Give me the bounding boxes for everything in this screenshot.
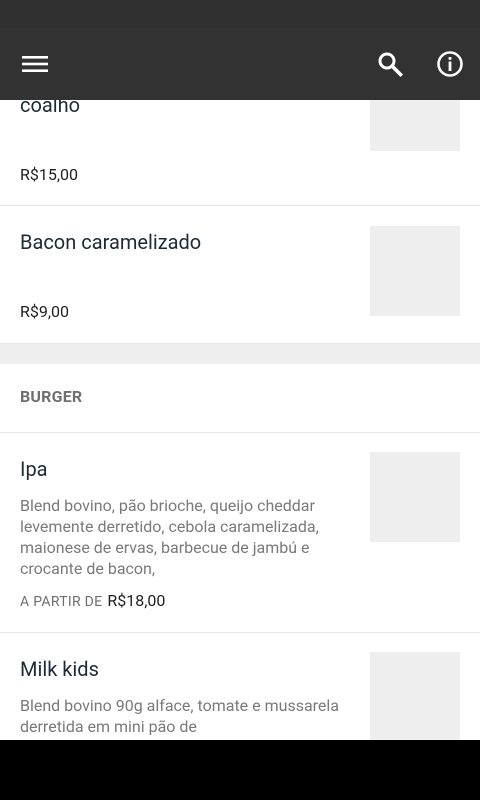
app-screen: coalho R$15,00 Bacon caramelizado R$9,00…	[0, 0, 480, 800]
list-item[interactable]: Ipa Blend bovino, pão brioche, queijo ch…	[0, 433, 480, 632]
list-item[interactable]: Milk kids Blend bovino 90g alface, tomat…	[0, 633, 480, 740]
item-name: coalho	[20, 100, 81, 117]
item-thumbnail	[370, 226, 460, 316]
menu-list: coalho R$15,00 Bacon caramelizado R$9,00…	[0, 100, 480, 740]
item-price-row: A PARTIR DE R$18,00	[20, 591, 165, 612]
info-button[interactable]	[426, 40, 474, 88]
item-description: Blend bovino 90g alface, tomate e mussar…	[20, 696, 340, 736]
item-description: Blend bovino, pão brioche, queijo chedda…	[20, 496, 319, 578]
list-item[interactable]: coalho R$15,00	[0, 100, 480, 206]
item-name: Ipa	[20, 457, 48, 481]
status-bar	[0, 0, 480, 28]
item-name: Bacon caramelizado	[20, 230, 202, 254]
search-icon	[378, 52, 403, 77]
list-item[interactable]: Bacon caramelizado R$9,00	[0, 206, 480, 343]
item-price: R$18,00	[107, 591, 166, 610]
item-thumbnail	[370, 100, 460, 151]
section-separator	[0, 344, 480, 364]
search-button[interactable]	[366, 40, 414, 88]
menu-icon	[22, 56, 48, 72]
section-title: BURGER	[20, 387, 83, 406]
system-navigation-bar	[0, 740, 480, 800]
item-name: Milk kids	[20, 657, 99, 681]
section-header: BURGER	[0, 364, 480, 432]
menu-button[interactable]	[11, 40, 59, 88]
item-price: R$15,00	[20, 165, 78, 184]
app-toolbar	[0, 0, 480, 100]
price-prefix: A PARTIR DE	[20, 594, 103, 610]
item-thumbnail	[370, 452, 460, 542]
info-icon	[437, 51, 463, 77]
item-price: R$9,00	[20, 302, 69, 321]
item-thumbnail	[370, 652, 460, 740]
